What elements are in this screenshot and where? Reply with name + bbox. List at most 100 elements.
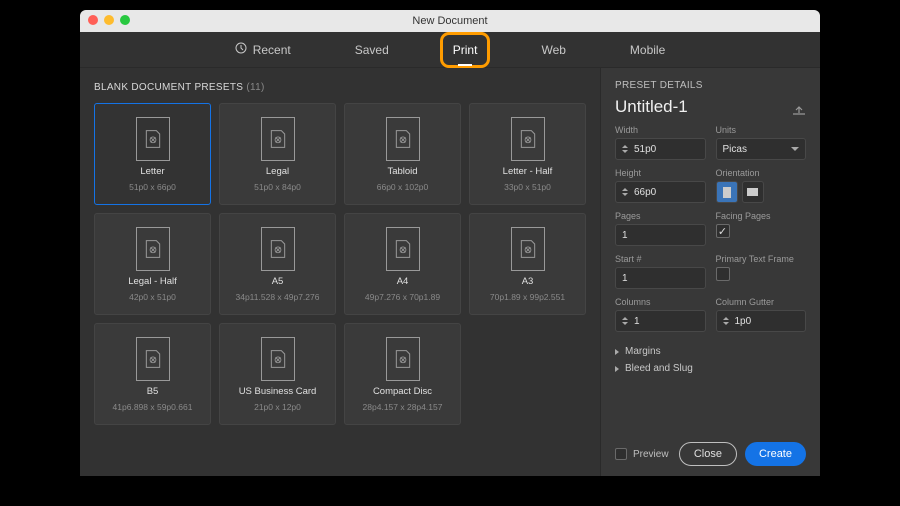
- preset-name: US Business Card: [239, 386, 317, 397]
- page-icon: [511, 117, 545, 161]
- page-icon: [261, 227, 295, 271]
- page-icon: [261, 117, 295, 161]
- chevron-right-icon: [615, 366, 619, 372]
- stepper-icon[interactable]: [622, 188, 628, 196]
- preset-card[interactable]: A5 34p11.528 x 49p7.276: [219, 213, 336, 315]
- chevron-down-icon: [791, 147, 799, 151]
- page-icon: [386, 227, 420, 271]
- height-label: Height: [615, 168, 706, 178]
- zoom-window-button[interactable]: [120, 15, 130, 25]
- page-icon: [261, 337, 295, 381]
- preset-card[interactable]: Legal 51p0 x 84p0: [219, 103, 336, 205]
- orientation-portrait-button[interactable]: [716, 181, 738, 203]
- preset-card[interactable]: B5 41p6.898 x 59p0.661: [94, 323, 211, 425]
- create-button[interactable]: Create: [745, 442, 806, 466]
- page-icon: [386, 117, 420, 161]
- stepper-icon[interactable]: [622, 317, 628, 325]
- window-titlebar: New Document: [80, 10, 820, 32]
- preset-dimensions: 33p0 x 51p0: [504, 182, 551, 192]
- preset-dimensions: 51p0 x 84p0: [254, 182, 301, 192]
- close-button[interactable]: Close: [679, 442, 737, 466]
- preset-name: Letter - Half: [503, 166, 553, 177]
- columns-field[interactable]: 1: [615, 310, 706, 332]
- tab-recent[interactable]: Recent: [229, 38, 297, 61]
- units-select[interactable]: Picas: [716, 138, 807, 160]
- new-document-dialog: New Document Recent Saved Print Web Mobile B…: [80, 10, 820, 476]
- tab-mobile[interactable]: Mobile: [624, 39, 671, 61]
- preset-dimensions: 66p0 x 102p0: [377, 182, 429, 192]
- preset-details-panel: PRESET DETAILS Untitled-1 Width 51p0 Uni…: [600, 68, 820, 476]
- preset-name: A5: [272, 276, 284, 287]
- preset-dimensions: 42p0 x 51p0: [129, 292, 176, 302]
- units-label: Units: [716, 125, 807, 135]
- preset-dimensions: 70p1.89 x 99p2.551: [490, 292, 565, 302]
- chevron-right-icon: [615, 349, 619, 355]
- preset-card[interactable]: Letter 51p0 x 66p0: [94, 103, 211, 205]
- stepper-icon[interactable]: [622, 145, 628, 153]
- window-controls: [88, 15, 130, 25]
- orientation-label: Orientation: [716, 168, 807, 178]
- preset-card[interactable]: A4 49p7.276 x 70p1.89: [344, 213, 461, 315]
- page-icon: [136, 227, 170, 271]
- facing-pages-label: Facing Pages: [716, 211, 807, 221]
- clock-icon: [235, 42, 247, 57]
- preset-name: A4: [397, 276, 409, 287]
- tab-saved[interactable]: Saved: [349, 39, 395, 61]
- tab-label: Mobile: [630, 43, 665, 57]
- margins-disclosure[interactable]: Margins: [615, 346, 806, 357]
- gutter-label: Column Gutter: [716, 297, 807, 307]
- preset-card[interactable]: Compact Disc28p4.157 x 28p4.157: [344, 323, 461, 425]
- facing-pages-checkbox[interactable]: ✓: [716, 224, 730, 238]
- preset-dimensions: 49p7.276 x 70p1.89: [365, 292, 440, 302]
- preset-name: Compact Disc: [373, 386, 432, 397]
- preset-name: Legal: [266, 166, 289, 177]
- pages-field[interactable]: 1: [615, 224, 706, 246]
- width-field[interactable]: 51p0: [615, 138, 706, 160]
- presets-grid: Letter 51p0 x 66p0 Legal 51p0 x 84p0 Tabloid…: [94, 103, 586, 425]
- preset-card[interactable]: A3 70p1.89 x 99p2.551: [469, 213, 586, 315]
- save-preset-icon[interactable]: [792, 104, 806, 118]
- tab-print[interactable]: Print: [447, 39, 484, 61]
- start-number-label: Start #: [615, 254, 706, 264]
- preset-card[interactable]: Tabloid 66p0 x 102p0: [344, 103, 461, 205]
- preset-dimensions: 41p6.898 x 59p0.661: [113, 402, 193, 412]
- width-label: Width: [615, 125, 706, 135]
- category-tabs: Recent Saved Print Web Mobile: [80, 32, 820, 68]
- gutter-field[interactable]: 1p0: [716, 310, 807, 332]
- document-name[interactable]: Untitled-1: [615, 97, 688, 117]
- minimize-window-button[interactable]: [104, 15, 114, 25]
- presets-panel: BLANK DOCUMENT PRESETS (11) Letter 51p0 x…: [80, 68, 600, 476]
- tab-label: Print: [453, 43, 478, 57]
- stepper-icon[interactable]: [723, 317, 729, 325]
- start-number-field[interactable]: 1: [615, 267, 706, 289]
- preset-name: Letter: [140, 166, 164, 177]
- preset-dimensions: 34p11.528 x 49p7.276: [236, 292, 320, 302]
- page-icon: [511, 227, 545, 271]
- close-window-button[interactable]: [88, 15, 98, 25]
- page-icon: [136, 337, 170, 381]
- preset-name: B5: [147, 386, 159, 397]
- height-field[interactable]: 66p0: [615, 181, 706, 203]
- bleed-slug-disclosure[interactable]: Bleed and Slug: [615, 363, 806, 374]
- preview-toggle[interactable]: Preview: [615, 448, 669, 460]
- primary-text-frame-checkbox[interactable]: [716, 267, 730, 281]
- orientation-landscape-button[interactable]: [742, 181, 764, 203]
- preset-card[interactable]: Letter - Half 33p0 x 51p0: [469, 103, 586, 205]
- primary-text-frame-label: Primary Text Frame: [716, 254, 807, 264]
- preset-name: Legal - Half: [128, 276, 177, 287]
- details-heading: PRESET DETAILS: [615, 80, 806, 91]
- columns-label: Columns: [615, 297, 706, 307]
- page-icon: [386, 337, 420, 381]
- preset-name: Tabloid: [387, 166, 417, 177]
- preset-name: A3: [522, 276, 534, 287]
- preset-card[interactable]: Legal - Half 42p0 x 51p0: [94, 213, 211, 315]
- preview-checkbox[interactable]: [615, 448, 627, 460]
- pages-label: Pages: [615, 211, 706, 221]
- preset-card[interactable]: US Business Card 21p0 x 12p0: [219, 323, 336, 425]
- presets-heading: BLANK DOCUMENT PRESETS (11): [94, 82, 586, 93]
- tab-label: Web: [541, 43, 565, 57]
- preset-dimensions: 21p0 x 12p0: [254, 402, 301, 412]
- tab-web[interactable]: Web: [535, 39, 571, 61]
- preset-dimensions: 51p0 x 66p0: [129, 182, 176, 192]
- window-title: New Document: [412, 15, 487, 27]
